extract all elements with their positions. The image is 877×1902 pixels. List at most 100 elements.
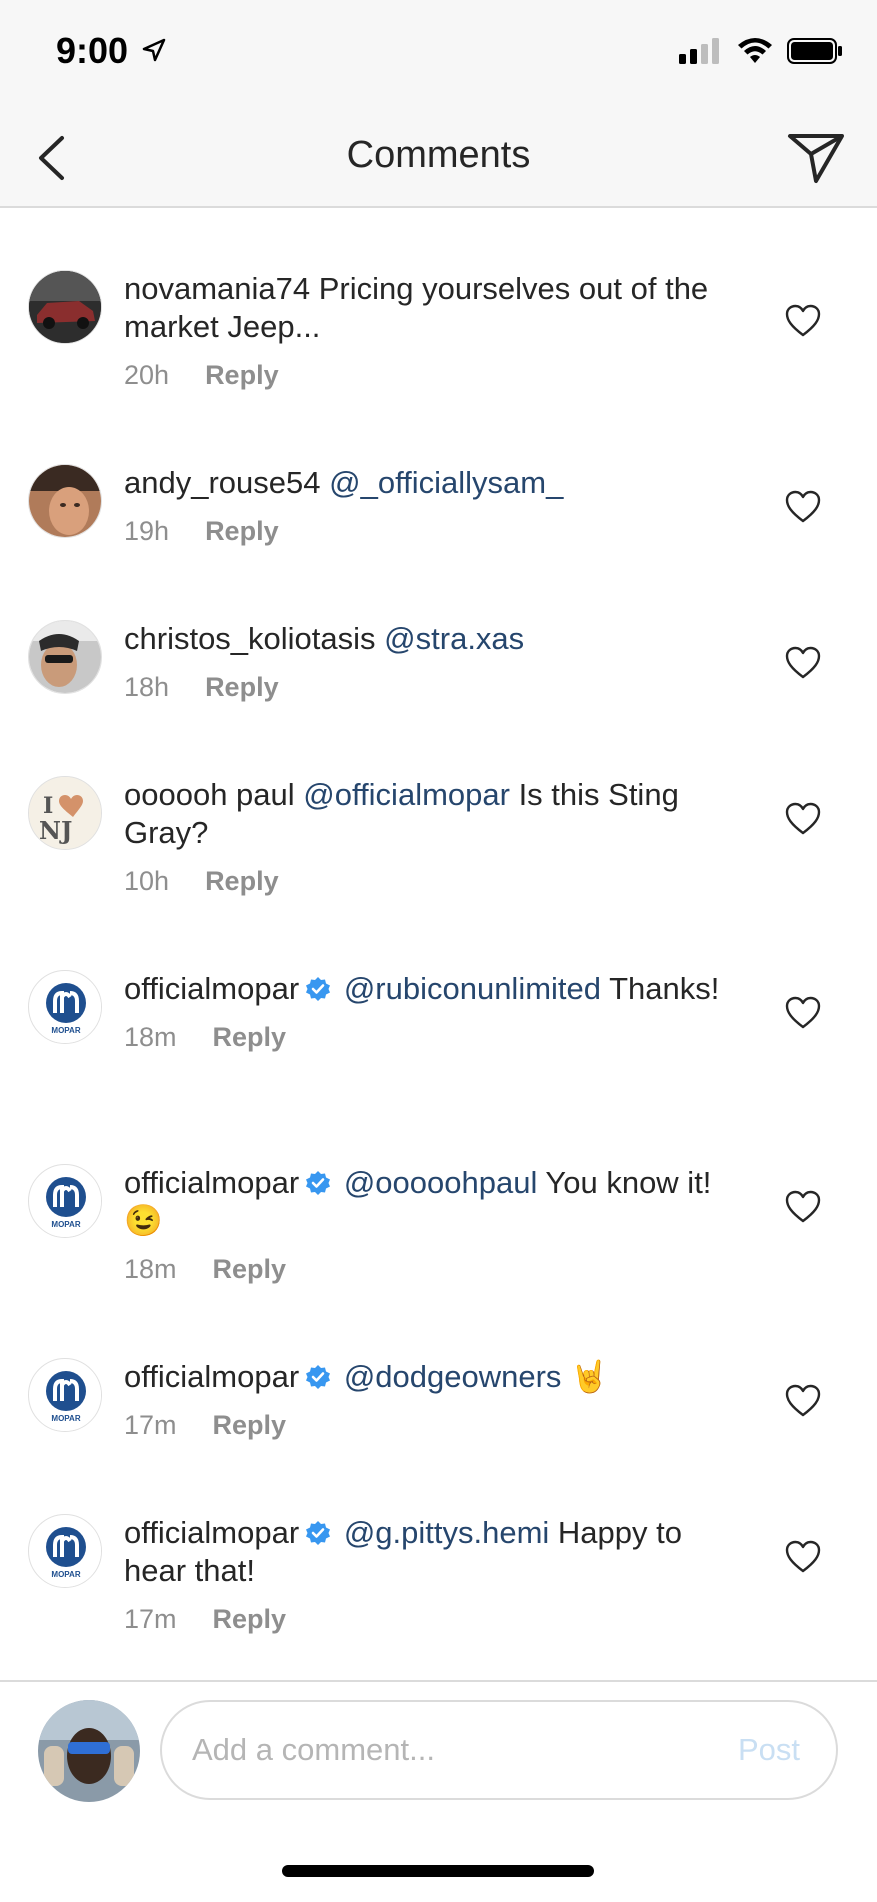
reply-button[interactable]: Reply (213, 1254, 287, 1285)
comment-mention[interactable]: @officialmopar (303, 777, 510, 812)
comment-text: officialmopar @dodgeowners 🤘 (124, 1358, 734, 1396)
reply-button[interactable]: Reply (205, 866, 279, 897)
comment-mention[interactable]: @_officiallysam_ (329, 465, 563, 500)
location-arrow-icon (142, 38, 166, 62)
car-avatar-image (29, 271, 101, 343)
comment-time: 18h (124, 672, 170, 702)
battery-icon (787, 38, 842, 64)
avatar[interactable] (28, 270, 102, 344)
comment-time: 19h (124, 516, 170, 546)
comment-text: andy_rouse54 @_officiallysam_ (124, 464, 734, 502)
comment-username[interactable]: officialmopar (124, 1165, 299, 1200)
wifi-icon (738, 38, 772, 63)
reply-button[interactable]: Reply (205, 516, 279, 547)
reply-button[interactable]: Reply (213, 1604, 287, 1635)
comment-time: 20h (124, 360, 170, 390)
heart-icon[interactable] (785, 304, 821, 338)
heart-icon[interactable] (785, 1384, 821, 1418)
i-love-nj-avatar-image: I NJ (29, 777, 101, 849)
mopar-logo-text: MOPAR (51, 1220, 80, 1229)
heart-icon[interactable] (785, 1540, 821, 1574)
comment-meta: 18h Reply (124, 672, 734, 703)
home-indicator[interactable] (282, 1865, 594, 1877)
comment-mention[interactable]: @dodgeowners (344, 1359, 562, 1394)
comment-username[interactable]: oooooh paul (124, 777, 295, 812)
comment-meta: 20h Reply (124, 360, 734, 391)
comment-mention[interactable]: @ooooohpaul (344, 1165, 538, 1200)
verified-badge-icon (306, 977, 331, 1001)
avatar[interactable]: I NJ (28, 776, 102, 850)
reply-button[interactable]: Reply (205, 672, 279, 703)
heart-icon[interactable] (785, 1190, 821, 1224)
reply-button[interactable]: Reply (205, 360, 279, 391)
status-time: 9:00 (56, 30, 129, 71)
comment-text: officialmopar @g.pittys.hemi Happy to he… (124, 1514, 734, 1590)
comment-username[interactable]: christos_koliotasis (124, 621, 376, 656)
face-avatar-image (29, 465, 101, 537)
comment-meta: 10h Reply (124, 866, 734, 897)
comment-time: 17m (124, 1410, 177, 1440)
svg-text:NJ: NJ (39, 816, 72, 845)
comment-meta: 17m Reply (124, 1604, 734, 1635)
heart-icon[interactable] (785, 996, 821, 1030)
comment-text: officialmopar @ooooohpaul You know it! 😉 (124, 1164, 734, 1240)
comment-time: 10h (124, 866, 170, 896)
reply-button[interactable]: Reply (213, 1410, 287, 1441)
mopar-logo-icon: MOPAR (30, 1166, 101, 1237)
sunglasses-avatar-image (29, 621, 101, 693)
comment-username[interactable]: officialmopar (124, 971, 299, 1006)
avatar[interactable]: MOPAR (28, 970, 102, 1044)
verified-badge-icon (306, 1171, 331, 1195)
comment-username[interactable]: officialmopar (124, 1515, 299, 1550)
verified-badge-icon (306, 1365, 331, 1389)
avatar[interactable]: MOPAR (28, 1164, 102, 1238)
signal-icon (679, 38, 719, 64)
heart-icon[interactable] (785, 646, 821, 680)
comment-body: officialmopar @dodgeowners 🤘 17m Reply (124, 1358, 734, 1441)
comment-body: officialmopar @rubiconunlimited Thanks! … (124, 970, 734, 1053)
status-bar: 9:00 (0, 0, 877, 110)
comment-body: christos_koliotasis @stra.xas 18h Reply (124, 620, 734, 703)
mopar-logo-icon: MOPAR (30, 1516, 101, 1587)
comment-username[interactable]: andy_rouse54 (124, 465, 321, 500)
status-indicators (679, 38, 843, 64)
comment-meta: 18m Reply (124, 1254, 734, 1285)
mopar-logo-icon: MOPAR (30, 1360, 101, 1431)
post-button[interactable]: Post (738, 1732, 800, 1768)
heart-icon[interactable] (785, 490, 821, 524)
page-title: Comments (346, 134, 531, 176)
avatar[interactable] (28, 620, 102, 694)
mopar-logo-icon: MOPAR (30, 972, 101, 1043)
heart-icon[interactable] (785, 802, 821, 836)
comment-username[interactable]: officialmopar (124, 1359, 299, 1394)
share-button[interactable] (785, 128, 847, 188)
comment-mention[interactable]: @rubiconunlimited (344, 971, 601, 1006)
comment-time: 18m (124, 1254, 177, 1284)
comment-text: christos_koliotasis @stra.xas (124, 620, 734, 658)
comment-mention[interactable]: @g.pittys.hemi (344, 1515, 549, 1550)
mopar-logo-text: MOPAR (51, 1570, 80, 1579)
comment-input[interactable]: Add a comment... Post (160, 1700, 838, 1800)
comment-input-placeholder: Add a comment... (192, 1732, 435, 1767)
avatar[interactable]: MOPAR (28, 1514, 102, 1588)
reply-button[interactable]: Reply (213, 1022, 287, 1053)
comment-message: Thanks! (601, 971, 720, 1006)
comment-username[interactable]: novamania74 (124, 271, 310, 306)
comment-mention[interactable]: @stra.xas (384, 621, 524, 656)
mopar-logo-text: MOPAR (51, 1026, 80, 1035)
comment-message: 🤘 (561, 1359, 609, 1394)
avatar[interactable] (28, 464, 102, 538)
verified-badge-icon (306, 1521, 331, 1545)
mopar-logo-text: MOPAR (51, 1414, 80, 1423)
comment-time: 17m (124, 1604, 177, 1634)
current-user-avatar[interactable] (38, 1700, 140, 1802)
comment-body: novamania74 Pricing yourselves out of th… (124, 270, 734, 391)
navigation-bar: Comments (0, 110, 877, 208)
comment-body: andy_rouse54 @_officiallysam_ 19h Reply (124, 464, 734, 547)
comment-meta: 17m Reply (124, 1410, 734, 1441)
user-avatar-image (38, 1700, 140, 1802)
avatar[interactable]: MOPAR (28, 1358, 102, 1432)
comment-body: officialmopar @ooooohpaul You know it! 😉… (124, 1164, 734, 1285)
comment-time: 18m (124, 1022, 177, 1052)
paper-plane-icon (788, 134, 844, 183)
